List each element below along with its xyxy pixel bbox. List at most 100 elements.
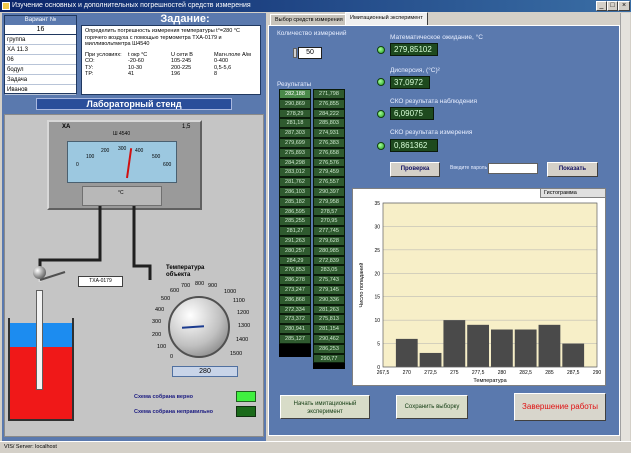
check-button[interactable]: Проверка	[390, 162, 440, 177]
x-tick-label: 280	[498, 370, 507, 376]
y-tick-label: 35	[374, 201, 380, 207]
result-cell: 270,95	[313, 216, 345, 227]
stat-label-variance: Дисперсия, (°С)²	[390, 67, 440, 74]
minimize-button[interactable]: _	[596, 1, 607, 11]
count-input[interactable]: 50	[298, 47, 322, 59]
meter-tick: 400	[135, 148, 144, 154]
y-tick-label: 5	[377, 342, 380, 348]
meter-tick: 600	[163, 162, 172, 168]
close-button[interactable]: ×	[618, 1, 630, 11]
list-item[interactable]: 06	[5, 55, 76, 65]
histogram-svg: 05101520253035267,5 270 272,5 275 277,5 280 28…	[358, 201, 601, 384]
results-column-1: 282,188 290,869 278,29 281,18 287,303 279,699…	[279, 89, 311, 357]
x-axis-label: Температура	[473, 378, 507, 384]
stat-value-sko-measurement: 0,861362	[390, 139, 438, 152]
dial-tick: 600	[170, 288, 180, 294]
result-cell: 276,853	[279, 265, 311, 276]
count-stepper[interactable]	[293, 48, 297, 58]
thermocouple-probe	[36, 290, 43, 390]
meter-class: 1,5	[182, 124, 191, 130]
stat-value-mean: 279,85102	[390, 43, 438, 56]
task-title: Задание:	[160, 13, 210, 25]
meter-unit: °С	[118, 190, 124, 196]
thermocouple-label: ТХА-0179	[78, 276, 123, 287]
result-cell: 290,77	[313, 353, 345, 364]
results-column-2: 271,798 276,855 284,222 285,803 274,931 276,3…	[313, 89, 345, 369]
window-title: Изучение основных и дополнительных погре…	[12, 2, 251, 9]
save-sample-button[interactable]: Сохранить выборку	[396, 395, 468, 419]
dial-tick: 1400	[236, 337, 249, 343]
result-cell: 277,745	[313, 226, 345, 236]
variant-listbox[interactable]: Вариант № 16 группа ХА 11.3 06 бодул Зад…	[4, 15, 77, 95]
results-label: Результаты	[277, 81, 312, 88]
histogram-chart: 0 5 10 15 20 25 30 35 267,5 270 272,5 275 277,5 280 28…	[352, 188, 606, 386]
status-bar-item: VIS/ Server: localhost	[4, 444, 57, 450]
meter-type: ХА	[62, 124, 71, 130]
meter-tick: 200	[101, 148, 110, 154]
count-label: Количество измерений	[277, 30, 347, 37]
histogram-bar	[491, 329, 513, 367]
dial-tick: 1200	[237, 310, 250, 316]
histogram-bar	[419, 352, 442, 367]
password-input[interactable]	[488, 163, 538, 174]
maximize-button[interactable]: □	[607, 1, 618, 11]
result-cell: 281,263	[313, 304, 345, 315]
stat-label-sko-observation: СКО результата наблюдения	[390, 98, 478, 105]
tab-instrument-selection[interactable]: Выбор средств измерения	[270, 14, 348, 25]
start-experiment-button[interactable]: Начать имитационный эксперимент	[280, 395, 370, 419]
result-cell: 281,762	[279, 177, 311, 187]
task-cell: 8	[214, 71, 218, 77]
exit-button[interactable]: Завершение работы	[514, 393, 606, 421]
list-item[interactable]: ХА 11.3	[5, 45, 76, 55]
dial-tick: 500	[161, 296, 171, 302]
result-cell: 291,263	[279, 235, 311, 246]
led-indicator	[377, 78, 385, 86]
histogram-title: Гистограмма	[540, 188, 606, 198]
result-cell: 279,459	[313, 167, 345, 178]
x-tick-label: 287,5	[567, 370, 580, 376]
result-cell: 285,127	[279, 333, 311, 344]
stand-banner: Лабораторный стенд	[36, 98, 232, 110]
result-cell: 276,557	[313, 177, 345, 187]
result-cell: 271,798	[313, 89, 345, 99]
result-cell: 286,278	[279, 275, 311, 285]
result-cell: 275,743	[313, 275, 345, 285]
vertical-scrollbar[interactable]	[620, 13, 630, 441]
x-tick-label: 270	[403, 370, 412, 376]
result-cell: 283,05	[313, 265, 345, 276]
result-cell: 279,699	[279, 137, 311, 148]
list-item[interactable]: Задача	[5, 75, 76, 85]
result-cell: 279,628	[313, 235, 345, 246]
probe-head	[33, 266, 46, 279]
y-tick-label: 30	[374, 224, 380, 230]
led-indicator	[377, 110, 385, 118]
task-cell: ТР:	[85, 71, 94, 77]
list-item[interactable]: бодул	[5, 65, 76, 75]
result-cell: 281,27	[279, 226, 311, 236]
variant-selected[interactable]: 16	[5, 25, 76, 35]
dial-tick: 1300	[238, 323, 251, 329]
task-cell: 196	[171, 71, 181, 77]
tab-simulation[interactable]: Имитационный эксперимент	[345, 12, 428, 26]
dial-tick: 1500	[230, 351, 243, 357]
result-cell: 279,958	[313, 196, 345, 207]
result-cell: 272,334	[279, 304, 311, 315]
status-ok-label: Схема собрана верно	[134, 394, 194, 400]
dial-tick: 1000	[224, 289, 237, 295]
task-table: При условиях: t окр °С U сети В Магн.пол…	[85, 52, 257, 78]
y-tick-label: 20	[374, 271, 380, 277]
result-cell: 284,222	[313, 108, 345, 119]
list-item[interactable]: Иванов	[5, 85, 76, 95]
show-button[interactable]: Показать	[547, 162, 598, 177]
result-cell: 281,154	[313, 324, 345, 334]
result-cell: 290,869	[279, 98, 311, 109]
histogram-bar	[538, 324, 561, 367]
list-item[interactable]: группа	[5, 35, 76, 45]
x-tick-label: 277,5	[472, 370, 485, 376]
meter-tick: 0	[76, 162, 79, 168]
variant-list-header: Вариант №	[5, 16, 76, 25]
result-cell: 276,576	[313, 157, 345, 168]
result-cell: 276,658	[313, 147, 345, 158]
histogram-bar	[443, 320, 466, 367]
result-cell: 287,303	[279, 128, 311, 138]
